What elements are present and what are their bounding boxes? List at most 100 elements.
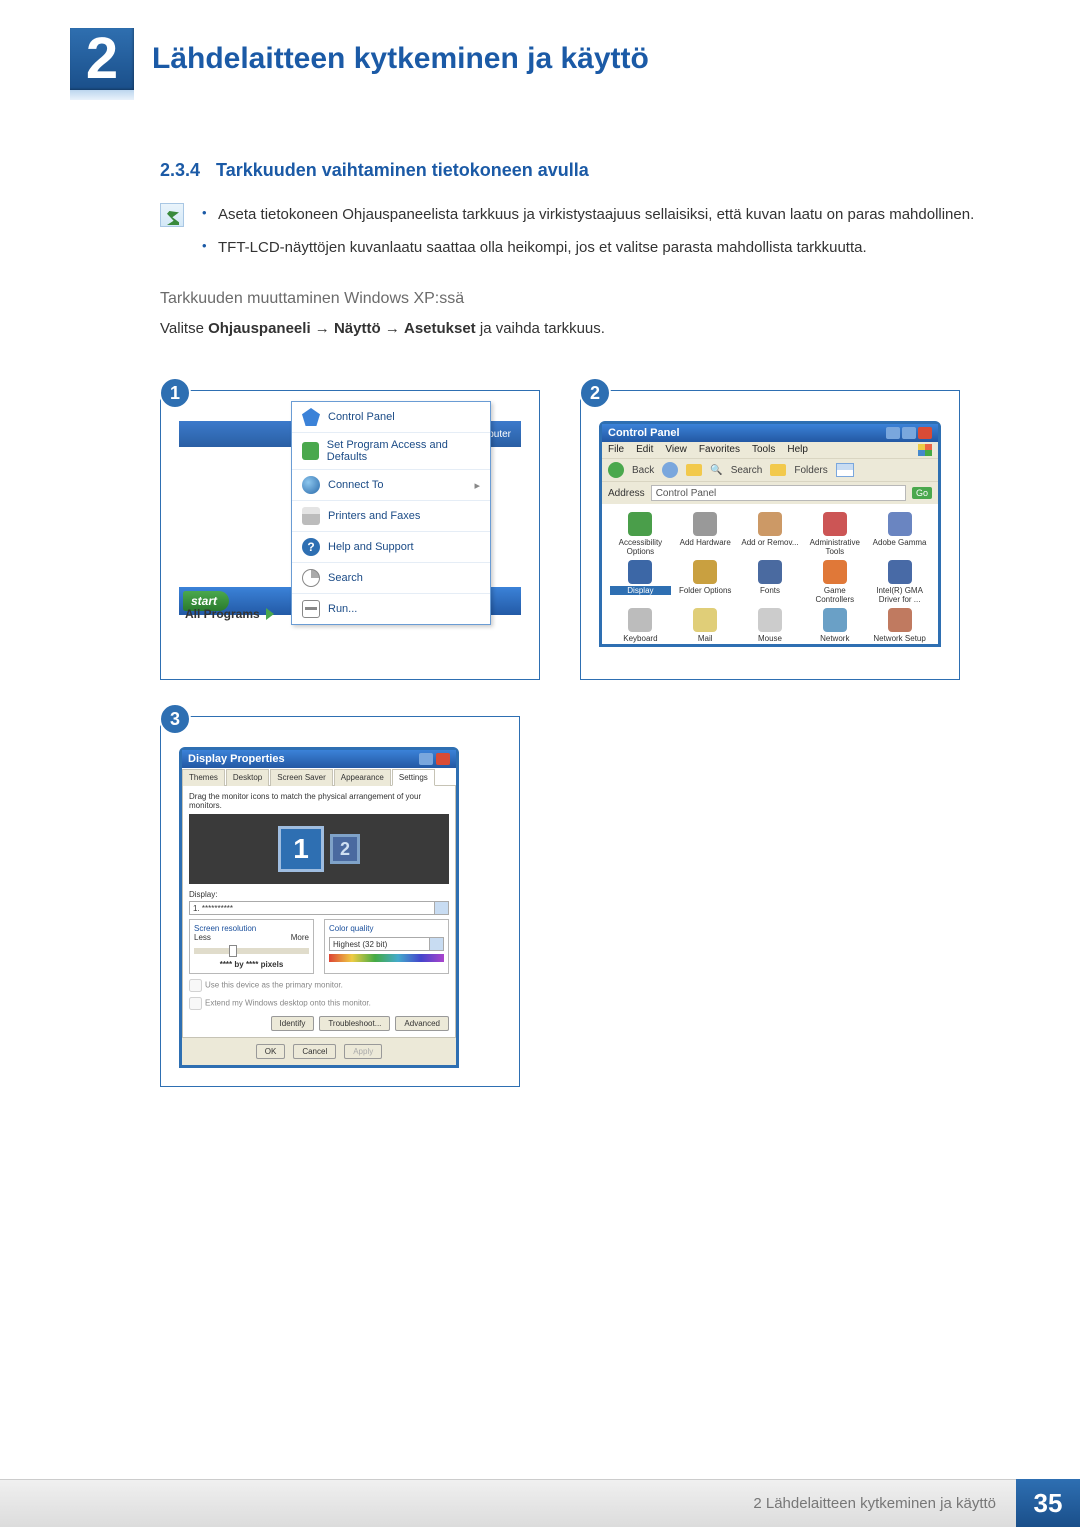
- icon-label: Mail: [675, 634, 736, 643]
- menu-favorites: Favorites: [699, 444, 740, 456]
- menu-item-label: Connect To: [328, 479, 383, 491]
- toolbar: Back 🔍Search Folders: [602, 458, 938, 482]
- window-titlebar: Display Properties: [182, 750, 456, 768]
- arrow-icon: →: [315, 320, 334, 337]
- settings-pane: Drag the monitor icons to match the phys…: [182, 785, 456, 1038]
- chevron-down-icon: [429, 938, 443, 950]
- color-legend: Color quality: [329, 924, 444, 933]
- icon-label: Network Connections: [804, 634, 865, 644]
- menu-help: Help: [787, 444, 808, 456]
- address-value: Control Panel: [656, 488, 717, 499]
- resolution-slider: [194, 948, 309, 954]
- address-label: Address: [608, 488, 645, 499]
- note-icon: [160, 203, 184, 227]
- instruction-bold-1: Ohjauspaneeli: [208, 320, 311, 337]
- resolution-value: **** by **** pixels: [194, 960, 309, 969]
- display-select: 1. **********: [189, 901, 449, 915]
- note-item: Aseta tietokoneen Ohjauspaneelista tarkk…: [202, 203, 1010, 226]
- connect-icon: [302, 476, 320, 494]
- acc-icon: [628, 512, 652, 536]
- help-icon: [419, 753, 433, 765]
- tab-appearance: Appearance: [334, 769, 391, 786]
- ig-icon: [888, 560, 912, 584]
- tab-themes: Themes: [182, 769, 225, 786]
- monitor-arrangement: 1 2: [189, 814, 449, 884]
- troubleshoot-button: Troubleshoot...: [319, 1016, 390, 1031]
- control-panel-icons: Accessibility OptionsAdd HardwareAdd or …: [602, 504, 938, 644]
- cp-icon-ar: Add or Remov...: [740, 512, 801, 556]
- chapter-number-badge: 2: [70, 28, 134, 90]
- checkbox-extend: Extend my Windows desktop onto this moni…: [189, 997, 449, 1010]
- color-spectrum: [329, 954, 444, 962]
- cp-icon-at: Administrative Tools: [804, 512, 865, 556]
- search-label: Search: [731, 465, 763, 476]
- monitor-1: 1: [278, 826, 324, 872]
- checkbox-label: Extend my Windows desktop onto this moni…: [205, 999, 371, 1008]
- dialog-footer: OK Cancel Apply: [182, 1038, 456, 1065]
- ar-icon: [758, 512, 782, 536]
- windows-flag-icon: [918, 444, 932, 456]
- ft-icon: [758, 560, 782, 584]
- forward-icon: [662, 462, 678, 478]
- folders-label: Folders: [794, 465, 827, 476]
- menu-file: File: [608, 444, 624, 456]
- printer-icon: [302, 507, 320, 525]
- icon-label: Add or Remov...: [740, 538, 801, 547]
- advanced-button: Advanced: [395, 1016, 449, 1031]
- triangle-icon: [266, 608, 274, 620]
- page-footer: 2 Lähdelaitteen kytkeminen ja käyttö 35: [0, 1479, 1080, 1527]
- icon-label: Folder Options: [675, 586, 736, 595]
- window-title: Display Properties: [188, 753, 285, 765]
- slider-handle: [229, 945, 237, 957]
- note-block: Aseta tietokoneen Ohjauspaneelista tarkk…: [160, 203, 1010, 270]
- step-badge-2: 2: [579, 377, 611, 409]
- window-buttons: [886, 427, 932, 439]
- apply-button: Apply: [344, 1044, 382, 1059]
- menu-view: View: [665, 444, 687, 456]
- minimize-icon: [886, 427, 900, 439]
- cp-icon-ms: Mouse: [740, 608, 801, 644]
- back-icon: [608, 462, 624, 478]
- screenshot-step-1: 1 All Programs Control Panel Set Program…: [160, 390, 540, 680]
- ms-icon: [758, 608, 782, 632]
- icon-label: Mouse: [740, 634, 801, 643]
- nc-icon: [823, 608, 847, 632]
- ok-button: OK: [256, 1044, 286, 1059]
- tab-screensaver: Screen Saver: [270, 769, 332, 786]
- cp-icon-dp: Display: [610, 560, 671, 604]
- all-programs-row: All Programs: [185, 607, 274, 621]
- color-quality-group: Color quality Highest (32 bit): [324, 919, 449, 974]
- footer-text: 2 Lähdelaitteen kytkeminen ja käyttö: [0, 1479, 1016, 1527]
- kb-icon: [628, 608, 652, 632]
- icon-label: Intel(R) GMA Driver for ...: [869, 586, 930, 604]
- instruction-bold-2: Näyttö: [334, 320, 381, 337]
- tab-row: Themes Desktop Screen Saver Appearance S…: [182, 768, 456, 785]
- instruction-suffix: ja vaihda tarkkuus.: [480, 320, 605, 337]
- search-icon: [302, 569, 320, 587]
- cancel-button: Cancel: [293, 1044, 336, 1059]
- hw-icon: [693, 512, 717, 536]
- cp-icon-ig: Intel(R) GMA Driver for ...: [869, 560, 930, 604]
- up-folder-icon: [686, 464, 702, 476]
- icon-label: Add Hardware: [675, 538, 736, 547]
- gc-icon: [823, 560, 847, 584]
- icon-label: Keyboard: [610, 634, 671, 643]
- start-menu-panel: Control Panel Set Program Access and Def…: [291, 401, 491, 625]
- step-badge-3: 3: [159, 703, 191, 735]
- cp-icon-ns: Network Setup Wizard: [869, 608, 930, 644]
- menu-item-label: Search: [328, 572, 363, 584]
- menu-item-label: Control Panel: [328, 411, 395, 423]
- icon-label: Network Setup Wizard: [869, 634, 930, 644]
- views-icon: [836, 463, 854, 477]
- address-bar: Address Control Panel Go: [602, 482, 938, 504]
- tab-desktop: Desktop: [226, 769, 269, 786]
- close-icon: [436, 753, 450, 765]
- settings-description: Drag the monitor icons to match the phys…: [189, 792, 449, 810]
- dp-icon: [628, 560, 652, 584]
- screen-res-legend: Screen resolution: [194, 924, 309, 933]
- checkbox: [189, 979, 202, 992]
- address-field: Control Panel: [651, 485, 906, 501]
- note-item: TFT-LCD-näyttöjen kuvanlaatu saattaa oll…: [202, 236, 1010, 259]
- less-label: Less: [194, 933, 211, 942]
- cp-icon-gc: Game Controllers: [804, 560, 865, 604]
